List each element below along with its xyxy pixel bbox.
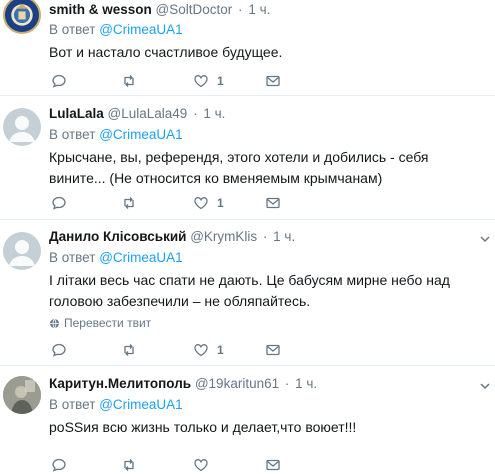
separator: ·	[193, 106, 198, 121]
default-avatar-image	[9, 240, 35, 266]
chevron-down-icon[interactable]	[479, 381, 491, 391]
display-name[interactable]: LulaLala	[49, 106, 104, 121]
chevron-down-icon[interactable]	[479, 234, 491, 244]
tweet-header: Каритун.Мелитополь @19karitun61 · 1 ч.	[49, 376, 317, 391]
reply-button[interactable]	[51, 194, 67, 212]
tweet-text: І літаки весь час спати не дають. Це баб…	[49, 272, 450, 309]
avatar[interactable]	[3, 108, 41, 146]
like-button[interactable]	[193, 456, 209, 474]
timestamp[interactable]: 1 ч.	[295, 376, 317, 391]
reply-icon	[52, 458, 66, 472]
seal-image	[6, 0, 38, 31]
like-count: 1	[217, 74, 224, 88]
reply-to-link[interactable]: @CrimeaUA1	[99, 250, 182, 265]
retweet-icon	[124, 344, 134, 356]
user-handle[interactable]: @19karitun61	[195, 376, 279, 391]
reply-context: В ответ @CrimeaUA1	[49, 397, 183, 412]
separator: ·	[284, 376, 290, 391]
user-handle[interactable]: @LulaLala49	[108, 106, 188, 121]
tweet-header: Данило Клісовський @KrymKlis · 1 ч.	[49, 229, 295, 244]
tweet-text: Крысчане, вы, референдя, этого хотели и …	[49, 149, 429, 186]
tweet-actions: 1	[51, 194, 291, 212]
timestamp[interactable]: 1 ч.	[203, 106, 225, 121]
like-icon	[194, 197, 208, 210]
tweet[interactable]: smith & wesson @SoltDoctor · 1 ч. В отве…	[0, 0, 495, 96]
timestamp[interactable]: 1 ч.	[248, 2, 270, 17]
display-name[interactable]: Каритун.Мелитополь	[49, 376, 191, 391]
tweet-header: smith & wesson @SoltDoctor · 1 ч.	[49, 2, 270, 17]
retweet-button[interactable]	[121, 194, 137, 212]
like-button[interactable]: 1	[193, 72, 224, 90]
user-handle[interactable]: @KrymKlis	[190, 229, 257, 244]
separator: ·	[238, 2, 243, 17]
reply-context: В ответ @CrimeaUA1	[49, 127, 183, 142]
like-count: 1	[217, 196, 224, 210]
translate-link[interactable]: Перевести твит	[49, 316, 151, 330]
display-name[interactable]: smith & wesson	[49, 2, 152, 17]
translate-label: Перевести твит	[64, 316, 152, 330]
like-button[interactable]: 1	[193, 341, 224, 359]
retweet-icon	[124, 459, 134, 471]
tweet[interactable]: Данило Клісовський @KrymKlis · 1 ч. В от…	[0, 220, 495, 366]
tweet-header: LulaLala @LulaLala49 · 1 ч.	[49, 106, 225, 121]
reply-to-link[interactable]: @CrimeaUA1	[99, 397, 182, 412]
message-icon	[266, 459, 280, 471]
tweet-actions: 1	[51, 72, 291, 90]
reply-to-link[interactable]: @CrimeaUA1	[99, 127, 182, 142]
reply-prefix: В ответ	[49, 22, 96, 37]
tweet-feed: smith & wesson @SoltDoctor · 1 ч. В отве…	[0, 0, 495, 474]
retweet-icon	[124, 75, 134, 87]
like-icon	[194, 75, 208, 88]
reply-button[interactable]	[51, 341, 67, 359]
retweet-button[interactable]	[121, 72, 137, 90]
reply-icon	[52, 74, 66, 88]
message-icon	[266, 75, 280, 87]
retweet-button[interactable]	[121, 341, 137, 359]
tweet[interactable]: LulaLala @LulaLala49 · 1 ч. В ответ @Cri…	[0, 96, 495, 220]
like-count: 1	[217, 343, 224, 357]
tweet-actions: 1	[51, 341, 291, 359]
reply-button[interactable]	[51, 456, 67, 474]
message-button[interactable]	[265, 194, 281, 212]
separator: ·	[262, 229, 268, 244]
tweet-text: роSSия всю жизнь только и делает,что вою…	[49, 419, 357, 435]
like-button[interactable]: 1	[193, 194, 224, 212]
reply-icon	[52, 196, 66, 210]
tweet[interactable]: Каритун.Мелитополь @19karitun61 · 1 ч. В…	[0, 366, 495, 474]
reply-prefix: В ответ	[49, 127, 96, 142]
display-name[interactable]: Данило Клісовський	[49, 229, 186, 244]
reply-prefix: В ответ	[49, 250, 96, 265]
reply-icon	[52, 343, 66, 357]
tweet-actions	[51, 456, 291, 474]
tweet-text: Вот и настало счастливое будущее.	[49, 44, 283, 60]
reply-context: В ответ @CrimeaUA1	[49, 22, 183, 37]
reply-prefix: В ответ	[49, 397, 96, 412]
message-button[interactable]	[265, 341, 281, 359]
reply-button[interactable]	[51, 72, 67, 90]
reply-context: В ответ @CrimeaUA1	[49, 250, 183, 265]
timestamp[interactable]: 1 ч.	[273, 229, 295, 244]
like-icon	[194, 459, 208, 472]
avatar[interactable]	[3, 232, 41, 270]
globe-icon	[50, 318, 59, 328]
avatar[interactable]	[3, 0, 41, 34]
message-icon	[266, 197, 280, 209]
like-icon	[194, 344, 208, 357]
avatar[interactable]	[3, 376, 41, 414]
reply-to-link[interactable]: @CrimeaUA1	[99, 22, 182, 37]
default-avatar-image	[9, 116, 35, 142]
message-button[interactable]	[265, 456, 281, 474]
photo-avatar-image	[3, 376, 41, 414]
message-button[interactable]	[265, 72, 281, 90]
user-handle[interactable]: @SoltDoctor	[156, 2, 233, 17]
retweet-button[interactable]	[121, 456, 137, 474]
retweet-icon	[124, 197, 134, 209]
message-icon	[266, 344, 280, 356]
